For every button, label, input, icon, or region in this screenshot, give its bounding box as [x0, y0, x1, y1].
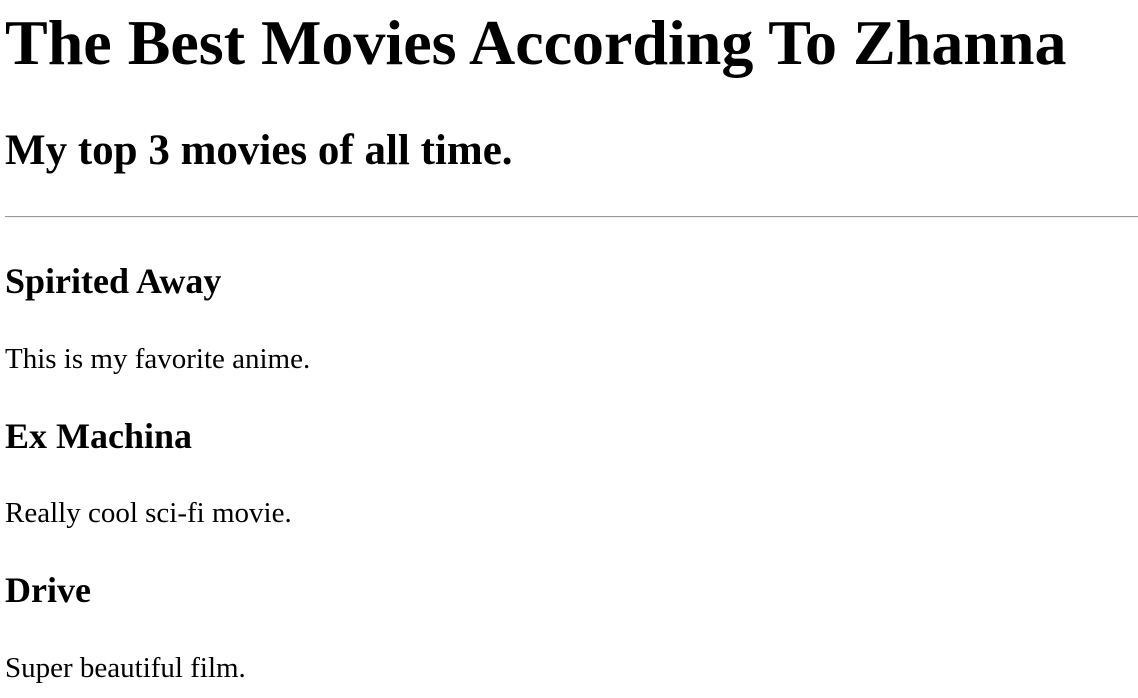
- movie-description-spirited-away: This is my favorite anime.: [5, 343, 311, 375]
- movie-title-spirited-away: Spirited Away: [5, 261, 222, 301]
- movie-description-ex-machina: Really cool sci-fi movie.: [5, 497, 292, 529]
- divider: [5, 216, 1138, 218]
- movie-title-drive: Drive: [5, 570, 91, 610]
- movie-description-drive: Super beautiful film.: [5, 652, 246, 684]
- movie-title-ex-machina: Ex Machina: [5, 416, 193, 456]
- page: The Best Movies According To Zhanna My t…: [0, 0, 1138, 698]
- page-title: The Best Movies According To Zhanna: [5, 7, 1067, 78]
- page-subtitle: My top 3 movies of all time.: [5, 127, 513, 174]
